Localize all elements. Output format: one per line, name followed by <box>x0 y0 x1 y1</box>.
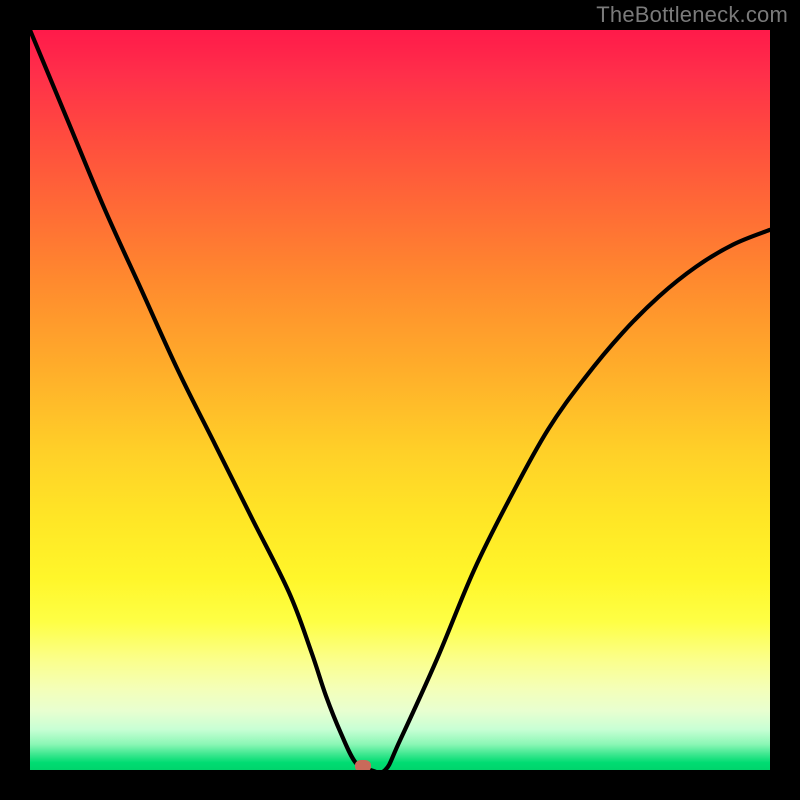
watermark-text: TheBottleneck.com <box>596 2 788 28</box>
chart-frame: TheBottleneck.com <box>0 0 800 800</box>
bottleneck-curve <box>30 30 770 770</box>
plot-area <box>30 30 770 770</box>
optimal-marker <box>355 760 371 770</box>
